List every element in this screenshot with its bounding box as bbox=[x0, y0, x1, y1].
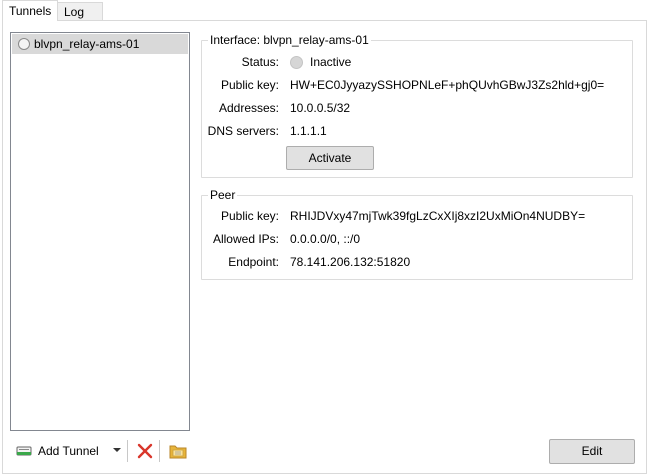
endpoint-row: Endpoint: 78.141.206.132:51820 bbox=[202, 253, 634, 271]
status-label: Status: bbox=[241, 55, 279, 69]
delete-icon[interactable] bbox=[137, 443, 153, 459]
status-value-wrap: Inactive bbox=[290, 53, 351, 71]
public-key-value[interactable]: HW+EC0JyyazySSHOPNLeF+phQUvhGBwJ3Zs2hld+… bbox=[290, 76, 604, 94]
tunnel-name: blvpn_relay-ams-01 bbox=[34, 37, 140, 51]
peer-group: Peer Public key: RHIJDVxy47mjTwk39fgLzCx… bbox=[201, 188, 634, 280]
tunnel-list-item[interactable]: blvpn_relay-ams-01 bbox=[12, 34, 188, 54]
export-folder-icon[interactable] bbox=[169, 443, 187, 459]
tunnel-list[interactable]: blvpn_relay-ams-01 bbox=[10, 32, 190, 431]
status-row: Status: Inactive bbox=[202, 53, 634, 71]
allowed-ips-label: Allowed IPs: bbox=[212, 232, 279, 246]
tab-log[interactable]: Log bbox=[57, 2, 103, 20]
addresses-label: Addresses: bbox=[218, 101, 279, 115]
edit-button[interactable]: Edit bbox=[549, 439, 635, 464]
status-value: Inactive bbox=[310, 55, 352, 69]
public-key-label: Public key: bbox=[220, 78, 279, 92]
tab-bar: Tunnels Log bbox=[0, 0, 649, 21]
activate-button[interactable]: Activate bbox=[286, 146, 374, 170]
add-tunnel-button[interactable]: Add Tunnel bbox=[16, 438, 99, 464]
addresses-value[interactable]: 10.0.0.5/32 bbox=[290, 99, 350, 117]
tab-tunnels[interactable]: Tunnels bbox=[2, 0, 58, 21]
peer-public-key-label: Public key: bbox=[220, 209, 279, 223]
public-key-row: Public key: HW+EC0JyyazySSHOPNLeF+phQUvh… bbox=[202, 76, 634, 94]
allowed-ips-row: Allowed IPs: 0.0.0.0/0, ::/0 bbox=[202, 230, 634, 248]
dropdown-arrow-icon[interactable] bbox=[113, 448, 121, 452]
interface-group: Interface: blvpn_relay-ams-01 Status: In… bbox=[201, 33, 634, 178]
toolbar-separator bbox=[159, 440, 160, 462]
endpoint-label: Endpoint: bbox=[228, 255, 279, 269]
tunnel-status-icon bbox=[18, 38, 30, 50]
add-tunnel-icon bbox=[16, 446, 32, 456]
addresses-row: Addresses: 10.0.0.5/32 bbox=[202, 99, 634, 117]
allowed-ips-value[interactable]: 0.0.0.0/0, ::/0 bbox=[290, 230, 360, 248]
tunnel-toolbar: Add Tunnel bbox=[16, 438, 196, 464]
toolbar-separator bbox=[127, 440, 128, 462]
peer-title: Peer bbox=[208, 188, 238, 202]
dns-value[interactable]: 1.1.1.1 bbox=[290, 122, 327, 140]
endpoint-value[interactable]: 78.141.206.132:51820 bbox=[290, 253, 410, 271]
peer-public-key-value[interactable]: RHIJDVxy47mjTwk39fgLzCxXIj8xzI2UxMiOn4NU… bbox=[290, 207, 585, 225]
inactive-status-icon bbox=[290, 55, 303, 69]
peer-public-key-row: Public key: RHIJDVxy47mjTwk39fgLzCxXIj8x… bbox=[202, 207, 634, 225]
dns-row: DNS servers: 1.1.1.1 bbox=[202, 122, 634, 140]
interface-title: Interface: blvpn_relay-ams-01 bbox=[208, 33, 371, 47]
dns-label: DNS servers: bbox=[207, 124, 279, 138]
add-tunnel-label: Add Tunnel bbox=[38, 444, 99, 458]
